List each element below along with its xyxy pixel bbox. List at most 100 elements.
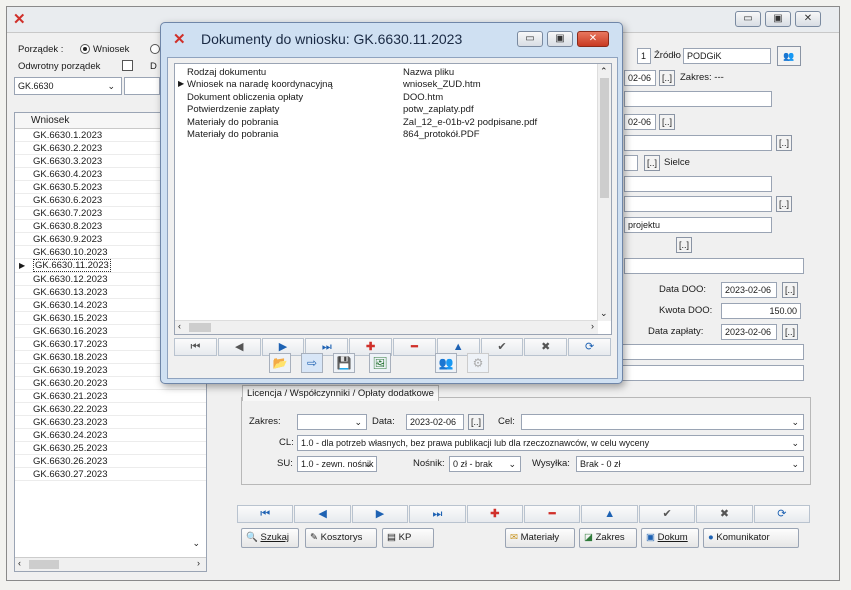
- zakres-button[interactable]: ◪ Zakres: [579, 528, 637, 548]
- scroll-left-icon[interactable]: ‹: [178, 321, 181, 331]
- document-file-cell[interactable]: wniosek_ZUD.htm: [403, 79, 481, 92]
- first-record-icon[interactable]: ⏮: [237, 505, 294, 523]
- list-item[interactable]: GK.6630.22.2023: [15, 403, 206, 417]
- dialog-vscrollbar[interactable]: ⌃ ⌄: [597, 64, 611, 321]
- maximize-icon[interactable]: ▣: [765, 11, 791, 27]
- field-row-15[interactable]: [620, 365, 804, 381]
- delete-record-icon[interactable]: ━: [524, 505, 581, 523]
- dialog-hscrollbar[interactable]: ‹ ›: [175, 320, 598, 334]
- scroll-left-icon[interactable]: ‹: [18, 558, 21, 568]
- dlg-refresh-icon[interactable]: ⟳: [568, 338, 611, 356]
- document-file-cell[interactable]: potw_zaplaty.pdf: [403, 104, 474, 117]
- cel-select[interactable]: ⌄: [521, 414, 804, 430]
- date-picker-button[interactable]: [..]: [659, 70, 675, 86]
- save-icon[interactable]: 💾: [333, 353, 355, 373]
- field-row-14[interactable]: [620, 344, 804, 360]
- close-icon[interactable]: ✕: [795, 11, 821, 27]
- dialog-close-icon[interactable]: ✕: [577, 31, 609, 47]
- date-partial-field-2[interactable]: 02-06: [624, 114, 656, 130]
- field-row-3[interactable]: [624, 91, 772, 107]
- app-close-x-icon[interactable]: ✕: [13, 10, 26, 28]
- sort-radio-wniosek[interactable]: [80, 44, 90, 54]
- list-hscrollbar[interactable]: ‹ ›: [15, 557, 206, 571]
- document-type-cell[interactable]: Wniosek na naradę koordynacyjną: [187, 79, 333, 92]
- list-item[interactable]: GK.6630.21.2023: [15, 390, 206, 403]
- list-item[interactable]: GK.6630.23.2023: [15, 416, 206, 430]
- list-item[interactable]: GK.6630.25.2023: [15, 442, 206, 456]
- kosztorys-button[interactable]: ✎ Kosztorys: [305, 528, 377, 548]
- dlg-prev-icon[interactable]: ◀: [217, 338, 261, 356]
- scroll-right-icon[interactable]: ›: [591, 321, 594, 331]
- kp-button[interactable]: ▤ KP: [382, 528, 434, 548]
- data-zaplaty-field[interactable]: 2023-02-06: [721, 324, 777, 340]
- dialog-maximize-icon[interactable]: ▣: [547, 31, 573, 47]
- document-type-cell[interactable]: Materiały do pobrania: [187, 117, 278, 130]
- import-icon[interactable]: ⇨: [301, 353, 323, 373]
- sort-radio-other[interactable]: [150, 44, 160, 54]
- zakres-select[interactable]: ⌄: [297, 414, 367, 430]
- scroll-right-icon[interactable]: ›: [197, 558, 200, 568]
- people-icon[interactable]: 👥: [777, 46, 801, 66]
- document-type-cell[interactable]: Materiały do pobrania: [187, 129, 278, 142]
- dokum-button[interactable]: ▣ Dokum: [641, 528, 699, 548]
- vscroll-thumb[interactable]: [600, 78, 609, 198]
- number-field[interactable]: 1: [637, 48, 651, 64]
- data-doo-field[interactable]: 2023-02-06: [721, 282, 777, 298]
- scroll-down-icon[interactable]: ⌄: [600, 308, 608, 319]
- dlg-first-icon[interactable]: ⏮: [174, 338, 217, 356]
- document-type-cell[interactable]: Dokument obliczenia opłaty: [187, 92, 303, 105]
- hscroll-thumb[interactable]: [189, 323, 211, 332]
- reverse-order-checkbox[interactable]: [122, 60, 133, 71]
- next-record-icon[interactable]: ▶: [351, 505, 409, 523]
- cl-select[interactable]: 1.0 - dla potrzeb własnych, bez prawa pu…: [297, 435, 804, 451]
- tab-licencja[interactable]: Licencja / Współczynniki / Opłaty dodatk…: [242, 385, 439, 401]
- filter-input[interactable]: [124, 77, 160, 95]
- document-file-cell[interactable]: Zal_12_e-01b-v2 podpisane.pdf: [403, 117, 537, 130]
- select-button-3[interactable]: [..]: [776, 196, 792, 212]
- select-button-2[interactable]: [..]: [644, 155, 660, 171]
- dlg-cancel-icon[interactable]: ✖: [524, 338, 568, 356]
- szukaj-button[interactable]: 🔍 Szukaj: [241, 528, 299, 548]
- prev-record-icon[interactable]: ◀: [294, 505, 351, 523]
- date-picker-button-2[interactable]: [..]: [659, 114, 675, 130]
- dialog-minimize-icon[interactable]: ▭: [517, 31, 543, 47]
- dlg-delete-icon[interactable]: ━: [392, 338, 436, 356]
- field-row-6[interactable]: [624, 155, 638, 171]
- scroll-thumb[interactable]: [29, 560, 59, 569]
- documents-grid[interactable]: Rodzaj dokumentu Nazwa pliku ▶ Wniosek na…: [174, 63, 612, 335]
- data-zaplaty-picker[interactable]: [..]: [782, 324, 798, 340]
- wysylka-select[interactable]: Brak - 0 zł ⌄: [576, 456, 804, 472]
- nosnik-select[interactable]: 0 zł - brak ⌄: [449, 456, 521, 472]
- field-row-5[interactable]: [624, 135, 772, 151]
- add-record-icon[interactable]: ✚: [466, 505, 524, 523]
- refresh-icon[interactable]: ⟳: [753, 505, 811, 523]
- minimize-icon[interactable]: ▭: [735, 11, 761, 27]
- cancel-record-icon[interactable]: ✖: [696, 505, 753, 523]
- list-item[interactable]: GK.6630.27.2023: [15, 468, 206, 482]
- document-type-cell[interactable]: Potwierdzenie zapłaty: [187, 104, 279, 117]
- kwota-doo-field[interactable]: 150.00: [721, 303, 801, 319]
- scroll-up-icon[interactable]: ⌃: [600, 66, 608, 77]
- list-item[interactable]: GK.6630.26.2023: [15, 455, 206, 469]
- data-picker[interactable]: [..]: [468, 414, 484, 430]
- date-partial-field[interactable]: 02-06: [624, 70, 656, 86]
- document-file-cell[interactable]: 864_protokół.PDF: [403, 129, 480, 142]
- data-field[interactable]: 2023-02-06: [406, 414, 464, 430]
- open-folder-icon[interactable]: 📂: [269, 353, 291, 373]
- filter-combobox[interactable]: GK.6630 ⌄: [14, 77, 122, 95]
- materialy-button[interactable]: ✉ Materiały: [505, 528, 575, 548]
- su-select[interactable]: 1.0 - zewn. nośnik ⌄: [297, 456, 377, 472]
- komunikator-button[interactable]: ● Komunikator: [703, 528, 799, 548]
- last-record-icon[interactable]: ⏭: [409, 505, 466, 523]
- select-button-4[interactable]: [..]: [676, 237, 692, 253]
- image-icon[interactable]: 🖼: [369, 353, 391, 373]
- data-doo-picker[interactable]: [..]: [782, 282, 798, 298]
- scroll-down-icon[interactable]: ⌄: [192, 538, 200, 549]
- list-item[interactable]: GK.6630.24.2023: [15, 429, 206, 443]
- document-file-cell[interactable]: DOO.htm: [403, 92, 443, 105]
- edit-record-icon[interactable]: ▲: [581, 505, 638, 523]
- field-row-8[interactable]: [624, 196, 772, 212]
- select-button-1[interactable]: [..]: [776, 135, 792, 151]
- field-row-10[interactable]: [624, 258, 804, 274]
- zrodlo-field[interactable]: PODGiK: [683, 48, 771, 64]
